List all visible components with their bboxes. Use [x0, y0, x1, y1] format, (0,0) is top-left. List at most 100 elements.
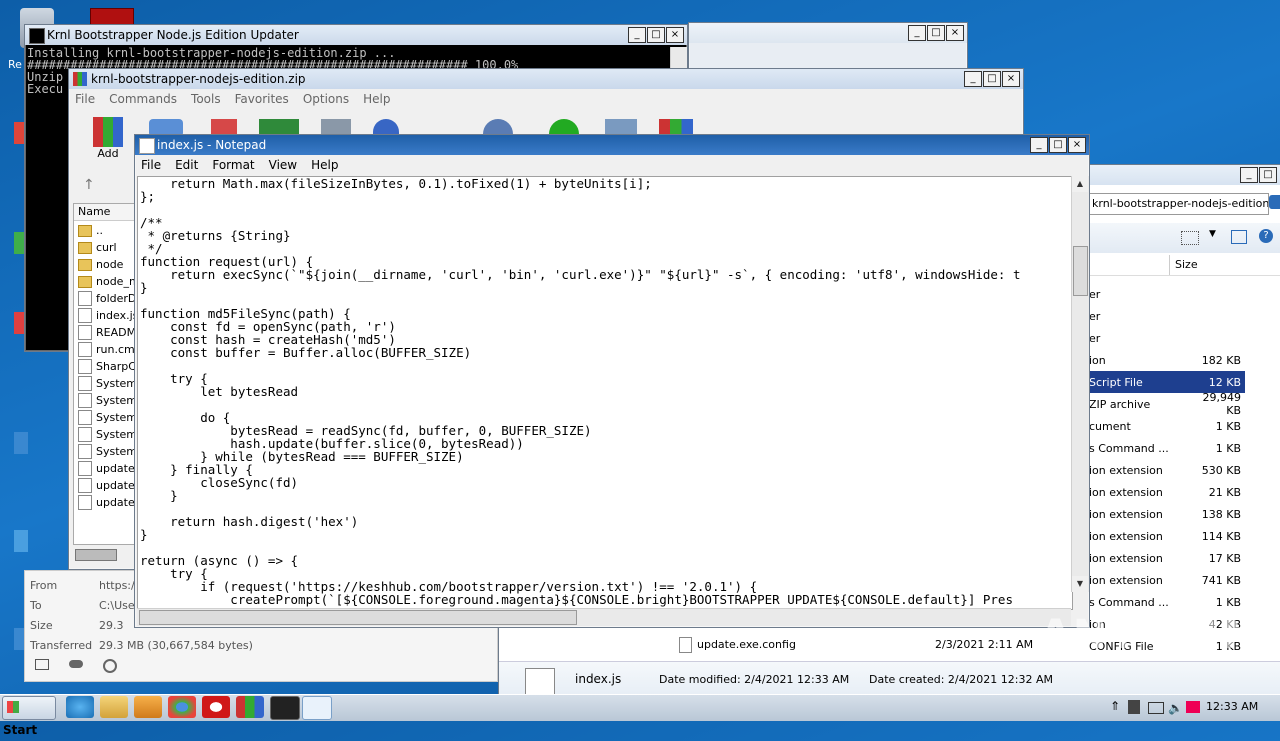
monitor-icon[interactable] [1148, 702, 1164, 714]
explorer-row[interactable]: ion extension 17 KB [1089, 547, 1245, 569]
notepad-window[interactable]: index.js - Notepad _ □ × File Edit Forma… [134, 134, 1090, 628]
close-button[interactable]: × [666, 27, 684, 43]
scroll-down-arrow[interactable]: ▼ [1072, 576, 1088, 592]
console-taskbar-icon[interactable] [270, 696, 300, 720]
list-item[interactable]: update. [78, 494, 138, 511]
maximize-button[interactable]: □ [983, 71, 1001, 87]
list-item[interactable]: System. [78, 392, 141, 409]
notepad-taskbar-icon[interactable] [302, 696, 332, 720]
menu-favorites[interactable]: Favorites [235, 92, 289, 106]
view-options-icon[interactable] [1181, 231, 1199, 245]
list-item[interactable]: System. [78, 443, 141, 460]
menu-help[interactable]: Help [311, 158, 338, 172]
explorer-row[interactable]: Script File 12 KB [1089, 371, 1245, 393]
list-item[interactable]: folderDi [78, 290, 139, 307]
menu-options[interactable]: Options [303, 92, 349, 106]
explorer-row[interactable]: cument 1 KB [1089, 415, 1245, 437]
menu-edit[interactable]: Edit [175, 158, 198, 172]
preview-pane-icon[interactable] [1231, 230, 1247, 244]
maximize-button[interactable]: □ [647, 27, 665, 43]
explorer-row[interactable]: ion 182 KB [1089, 349, 1245, 371]
minimize-button[interactable]: _ [1030, 137, 1048, 153]
column-size-header[interactable]: Size [1175, 258, 1198, 271]
explorer-row[interactable]: ion extension 21 KB [1089, 481, 1245, 503]
minimize-button[interactable]: _ [908, 25, 926, 41]
explorer-row[interactable]: er [1089, 327, 1245, 349]
explorer-row[interactable]: ZIP archive 29,949 KB [1089, 391, 1245, 417]
flag-icon[interactable] [1128, 700, 1140, 714]
close-button[interactable]: × [1068, 137, 1086, 153]
view-dropdown-icon[interactable]: ▼ [1209, 229, 1216, 239]
maximize-button[interactable]: □ [1049, 137, 1067, 153]
list-item[interactable]: System. [78, 409, 141, 426]
winrar-taskbar-icon[interactable] [236, 696, 264, 718]
list-item[interactable]: node [78, 256, 123, 273]
close-button[interactable]: × [1002, 71, 1020, 87]
close-button[interactable]: × [946, 25, 964, 41]
settings-icon[interactable] [103, 659, 117, 673]
ie-icon[interactable] [66, 696, 94, 718]
list-item[interactable]: update. [78, 460, 138, 477]
background-titlebar[interactable]: _ □ × [689, 23, 967, 43]
start-button[interactable]: Start [2, 696, 56, 737]
column-name-header[interactable]: Name [74, 204, 140, 221]
scroll-up-arrow[interactable]: ▲ [1072, 176, 1088, 192]
media-player-icon[interactable] [134, 696, 162, 718]
address-bar[interactable]: krnl-bootstrapper-nodejs-edition [1089, 193, 1269, 215]
list-item[interactable]: update. [78, 477, 138, 494]
explorer-row[interactable]: ion extension 114 KB [1089, 525, 1245, 547]
menu-format[interactable]: Format [212, 158, 254, 172]
scroll-thumb[interactable] [1073, 246, 1088, 296]
explorer-row[interactable]: ion extension 138 KB [1089, 503, 1245, 525]
maximize-button[interactable]: □ [1259, 167, 1277, 183]
explorer-row[interactable]: ion extension 741 KB [1089, 569, 1245, 591]
hscroll-thumb[interactable] [139, 610, 577, 625]
menu-tools[interactable]: Tools [191, 92, 221, 106]
desktop-app-icon[interactable] [14, 530, 28, 552]
minimize-button[interactable]: _ [964, 71, 982, 87]
network-icon[interactable] [1186, 701, 1200, 713]
notepad-editor[interactable]: return Math.max(fileSizeInBytes, 0.1).to… [137, 176, 1073, 610]
list-item[interactable]: curl [78, 239, 117, 256]
notepad-hscrollbar[interactable] [137, 608, 1071, 626]
maximize-button[interactable]: □ [927, 25, 945, 41]
explorer-row[interactable]: s Command ... 1 KB [1089, 437, 1245, 459]
explorer-icon[interactable] [100, 696, 128, 718]
list-item[interactable]: index.js [78, 307, 138, 324]
clock[interactable]: 12:33 AM [1206, 700, 1258, 713]
up-arrow-icon[interactable]: ↑ [83, 177, 95, 193]
list-item[interactable]: System. [78, 426, 141, 443]
menu-commands[interactable]: Commands [109, 92, 177, 106]
add-button[interactable]: Add [89, 117, 127, 167]
minimize-button[interactable]: _ [1240, 167, 1258, 183]
volume-icon[interactable]: 🔈 [1168, 701, 1183, 715]
menu-file[interactable]: File [75, 92, 95, 106]
chrome-icon[interactable] [168, 696, 196, 718]
list-item[interactable]: node_m [78, 273, 140, 290]
list-item[interactable]: System. [78, 375, 141, 392]
column-divider[interactable] [1169, 255, 1170, 275]
notepad-titlebar[interactable]: index.js - Notepad _ □ × [135, 135, 1089, 155]
opera-icon[interactable] [202, 696, 230, 718]
list-item[interactable]: SharpCo [78, 358, 143, 375]
desktop-app-icon[interactable] [14, 432, 28, 454]
background-window[interactable]: _ □ × [688, 22, 968, 70]
help-icon[interactable]: ? [1259, 229, 1273, 243]
minimize-button[interactable]: _ [628, 27, 646, 43]
notepad-vscrollbar[interactable]: ▲ ▼ [1071, 176, 1089, 592]
explorer-row[interactable]: er [1089, 305, 1245, 327]
tray-arrow-icon[interactable]: ⇑ [1110, 699, 1120, 713]
list-item[interactable]: run.cmd [78, 341, 142, 358]
menu-help[interactable]: Help [363, 92, 390, 106]
explorer-row[interactable]: er [1089, 283, 1245, 305]
menu-file[interactable]: File [141, 158, 161, 172]
menu-view[interactable]: View [269, 158, 297, 172]
winrar-titlebar[interactable]: krnl-bootstrapper-nodejs-edition.zip _ □… [69, 69, 1023, 89]
console-titlebar[interactable]: Krnl Bootstrapper Node.js Edition Update… [25, 25, 687, 45]
explorer-row[interactable]: ion extension 530 KB [1089, 459, 1245, 481]
cloud-icon[interactable] [69, 660, 83, 668]
search-icon[interactable] [1269, 195, 1280, 209]
explorer-row[interactable]: s Command ... 1 KB [1089, 591, 1245, 613]
screen-icon[interactable] [35, 659, 49, 670]
list-item[interactable]: .. [78, 222, 103, 239]
